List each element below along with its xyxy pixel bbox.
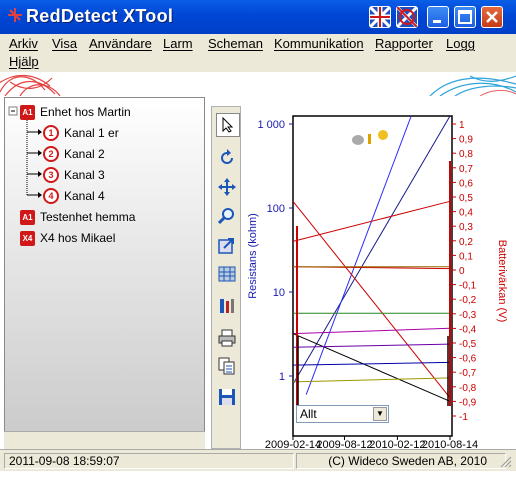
y-right-tick-label: -0,4 [459, 324, 477, 335]
y-left-tick-label: 1 000 [257, 119, 285, 131]
tree-item-kanal-1[interactable]: 1 Kanal 1 er [43, 124, 119, 142]
y-right-tick-label: 1 [459, 120, 465, 131]
minimize-button[interactable] [427, 6, 449, 28]
app-logo-icon [6, 6, 22, 24]
status-copyright: (C) Wideco Sweden AB, 2010 [296, 453, 506, 469]
tree-item-label: Kanal 1 er [64, 126, 119, 140]
tree-item-testenhet-hemma[interactable]: A1 Testenhet hemma [20, 208, 135, 226]
y-right-tick-label: 0,7 [459, 164, 473, 175]
channel-icon: 2 [43, 146, 59, 162]
channel-icon: 1 [43, 125, 59, 141]
y-right-tick-label: 0,9 [459, 135, 473, 146]
y-right-tick-label: 0,6 [459, 178, 473, 189]
y-left-axis-label: Resistans (kohm) [247, 213, 259, 299]
y-left-tick-label: 10 [273, 287, 285, 299]
tree-item-kanal-4[interactable]: 4 Kanal 4 [43, 187, 105, 205]
y-left-tick-label: 1 [279, 371, 285, 383]
pointer-icon[interactable] [216, 113, 240, 137]
menu-bar: Arkiv Visa Användare Larm Scheman Kommun… [0, 34, 516, 72]
period-select[interactable]: Allt ▼ [296, 405, 389, 423]
device-tree-panel: A1 Enhet hos Martin 1 Kanal 1 er 2 Kanal… [4, 97, 205, 449]
sun-shape [378, 130, 388, 140]
y-right-tick-label: 0 [459, 266, 465, 277]
tree-item-label: X4 hos Mikael [40, 231, 116, 245]
decorative-banner [0, 72, 516, 96]
y-right-tick-label: 0,5 [459, 193, 473, 204]
window-bottom-edge [0, 471, 516, 480]
settings-icon[interactable] [216, 295, 238, 317]
tree-item-label: Testenhet hemma [40, 210, 136, 224]
y-right-tick-label: 0,8 [459, 149, 473, 160]
status-datetime: 2011-09-08 18:59:07 [4, 453, 294, 469]
tree-horizontal-scrollbar[interactable] [4, 431, 205, 449]
y-right-tick-label: 0,3 [459, 222, 473, 233]
y-right-tick-label: -0,8 [459, 383, 477, 394]
language-flag-icon[interactable] [395, 5, 419, 29]
status-bar: 2011-09-08 18:59:07 (C) Wideco Sweden AB… [0, 449, 516, 472]
chart-svg[interactable]: 1 000 100 10 1 Resistans (kohm) 1 0,9 0,8 0,7 0,6… [242, 106, 516, 451]
tree-item-label: Kanal 4 [64, 189, 105, 203]
unit-icon: X4 [20, 230, 35, 246]
menu-larm[interactable]: Larm [163, 36, 193, 51]
y-right-tick-label: -1 [459, 412, 468, 423]
y-right-tick-label: 0,2 [459, 237, 473, 248]
menu-kommunikation[interactable]: Kommunikation [274, 36, 364, 51]
tree-item-label: Kanal 3 [64, 168, 105, 182]
chart-toolbar [211, 106, 241, 449]
unit-icon: A1 [20, 209, 35, 225]
move-icon[interactable] [216, 176, 238, 198]
x-tick-label: 2010-08-14 [422, 439, 478, 449]
plot-frame [292, 115, 453, 437]
tree-item-enhet-hos-martin[interactable]: A1 Enhet hos Martin [20, 103, 131, 121]
y-right-tick-label: -0,2 [459, 295, 477, 306]
y-right-tick-label: -0,9 [459, 397, 477, 408]
resize-grip-icon[interactable] [500, 456, 512, 468]
chevron-down-icon[interactable]: ▼ [373, 407, 387, 421]
channel-icon: 3 [43, 167, 59, 183]
save-icon[interactable] [216, 386, 238, 408]
chart-area: 1 000 100 10 1 Resistans (kohm) 1 0,9 0,8 0,7 0,6… [242, 106, 516, 451]
tree-item-kanal-3[interactable]: 3 Kanal 3 [43, 166, 105, 184]
period-select-value: Allt [300, 407, 317, 421]
x-tick-label: 2010-02-12 [369, 439, 425, 449]
y-right-tick-label: -0,5 [459, 339, 477, 350]
y-right-tick-label: -0,6 [459, 354, 477, 365]
tree-item-label: Kanal 2 [64, 147, 105, 161]
menu-hjalp[interactable]: Hjälp [9, 54, 39, 69]
menu-logg[interactable]: Logg [446, 36, 475, 51]
uk-flag-icon[interactable] [368, 5, 392, 29]
y-right-tick-label: -0,7 [459, 368, 477, 379]
menu-visa[interactable]: Visa [52, 36, 77, 51]
sun-ray-shape [368, 134, 371, 144]
y-right-tick-label: 0,1 [459, 251, 473, 262]
y-right-tick-label: 0,4 [459, 208, 473, 219]
menu-arkiv[interactable]: Arkiv [9, 36, 38, 51]
unit-icon: A1 [20, 104, 35, 120]
y-right-tick-label: -0,3 [459, 310, 477, 321]
zoom-icon[interactable] [216, 205, 238, 227]
table-icon[interactable] [216, 263, 238, 285]
cloud-shape [352, 135, 364, 145]
export-icon[interactable] [216, 234, 238, 256]
tree-item-kanal-2[interactable]: 2 Kanal 2 [43, 145, 105, 163]
menu-anvandare[interactable]: Användare [89, 36, 152, 51]
y-right-tick-label: -0,1 [459, 281, 477, 292]
menu-scheman[interactable]: Scheman [208, 36, 263, 51]
maximize-button[interactable] [454, 6, 476, 28]
tree-item-x4-hos-mikael[interactable]: X4 X4 hos Mikael [20, 229, 115, 247]
y-left-tick-label: 100 [267, 203, 285, 215]
title-bar: RedDetect XTool [0, 0, 516, 34]
rotate-icon[interactable] [216, 147, 238, 169]
copy-icon[interactable] [216, 355, 238, 377]
close-button[interactable] [481, 6, 503, 28]
menu-rapporter[interactable]: Rapporter [375, 36, 433, 51]
window-title: RedDetect XTool [26, 6, 174, 26]
tree-item-label: Enhet hos Martin [40, 105, 131, 119]
print-icon[interactable] [216, 327, 238, 349]
x-tick-label: 2009-02-14 [265, 439, 321, 449]
x-tick-label: 2009-08-12 [316, 439, 372, 449]
y-right-axis-label: Batterivärkan (V) [496, 240, 508, 323]
channel-icon: 4 [43, 188, 59, 204]
